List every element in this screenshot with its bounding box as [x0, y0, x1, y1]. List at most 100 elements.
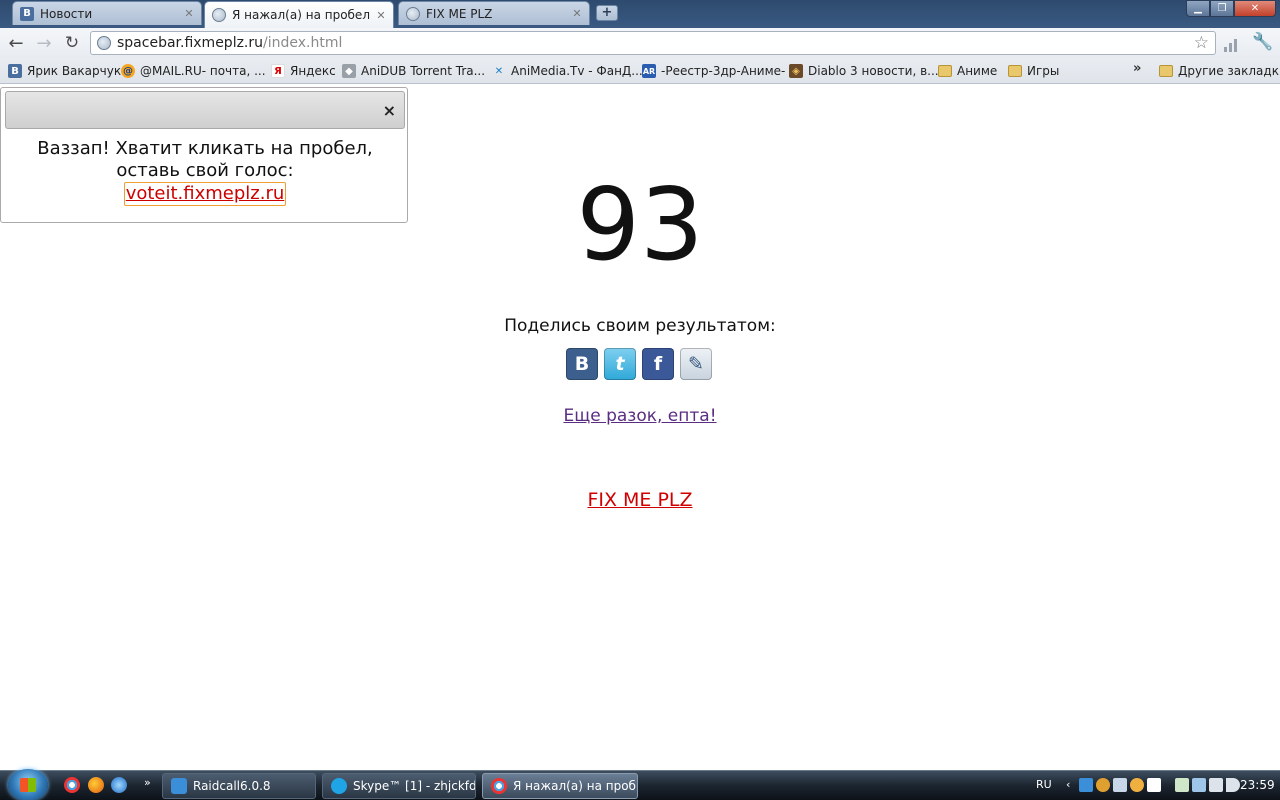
folder-icon — [1008, 64, 1022, 78]
vote-link[interactable]: voteit.fixmeplz.ru — [123, 182, 287, 206]
bookmark-folder-anime[interactable]: Аниме — [938, 62, 997, 80]
windows-taskbar: » Raidcall6.0.8 Skype™ [1] - zhjckfd... … — [0, 769, 1280, 800]
browser-toolbar: ← → ↻ spacebar.fixmeplz.ru/index.html ☆ … — [0, 28, 1280, 58]
diablo-icon: ◈ — [789, 64, 803, 78]
chrome-quicklaunch-icon[interactable] — [64, 777, 80, 793]
facebook-share-icon[interactable]: f — [642, 348, 674, 380]
address-bar[interactable]: spacebar.fixmeplz.ru/index.html ☆ — [90, 31, 1216, 55]
vk-icon: B — [19, 6, 35, 22]
raidcall-icon — [171, 778, 187, 794]
bookmark-star-icon[interactable]: ☆ — [1194, 32, 1209, 54]
bookmark-item[interactable]: B Ярик Вакарчук — [8, 62, 121, 80]
start-button[interactable] — [8, 769, 48, 800]
network-status-icon[interactable] — [1209, 778, 1223, 792]
bookmark-label: @MAIL.RU- почта, ... — [140, 64, 266, 78]
press-counter: 93 — [576, 166, 704, 283]
back-button[interactable]: ← — [3, 31, 29, 55]
bookmark-item[interactable]: ✕ AniMedia.Tv - ФанД... — [492, 62, 643, 80]
signal-icon[interactable] — [1224, 34, 1242, 52]
reload-button[interactable]: ↻ — [59, 31, 85, 55]
vote-popup: × Ваззап! Хватит кликать на пробел, оста… — [0, 87, 408, 223]
tab-close-icon[interactable]: ✕ — [569, 7, 585, 20]
vk-icon: B — [8, 64, 22, 78]
bookmark-item[interactable]: Я Яндекс — [271, 62, 336, 80]
bookmark-label: Аниме — [957, 64, 998, 78]
mailru-icon: @ — [121, 64, 135, 78]
bookmark-label: Игры — [1027, 64, 1060, 78]
tab-close-icon[interactable]: ✕ — [181, 7, 197, 20]
bookmark-label: -Реестр-3др-Аниме- — [661, 64, 786, 78]
clock[interactable]: 23:59 — [1240, 778, 1275, 792]
globe-icon — [211, 7, 227, 23]
chevron-left-icon[interactable]: ‹ — [1066, 778, 1076, 792]
popup-message: Ваззап! Хватит кликать на пробел, оставь… — [1, 138, 409, 206]
chevron-right-icon[interactable]: » — [144, 776, 151, 789]
livejournal-share-icon[interactable]: ✎ — [680, 348, 712, 380]
tab-close-icon[interactable]: ✕ — [373, 9, 389, 22]
yandex-icon: Я — [271, 64, 285, 78]
tray-app-icon[interactable] — [1130, 778, 1144, 792]
tab-label: Я нажал(а) на пробел 93 р — [232, 8, 373, 22]
folder-icon — [1159, 64, 1173, 78]
monitor-tray-icon[interactable] — [1192, 778, 1206, 792]
network-tray-icon[interactable] — [1113, 778, 1127, 792]
vk-tray-icon[interactable] — [1147, 778, 1161, 792]
bookmarks-bar: B Ярик Вакарчук @ @MAIL.RU- почта, ... Я… — [0, 58, 1280, 84]
raidcall-tray-icon[interactable] — [1079, 778, 1093, 792]
twitter-share-icon[interactable]: t — [604, 348, 636, 380]
tab-label: FIX ME PLZ — [426, 6, 493, 21]
forward-button[interactable]: → — [31, 31, 57, 55]
url-host: spacebar.fixmeplz.ru — [117, 35, 264, 51]
url-path: /index.html — [263, 35, 343, 51]
bookmark-label: Яндекс — [290, 64, 336, 78]
power-tray-icon[interactable] — [1175, 778, 1189, 792]
fixme-container: FIX ME PLZ — [440, 489, 840, 511]
bookmark-label: AniDUB Torrent Tra... — [361, 64, 486, 78]
ie-quicklaunch-icon[interactable] — [111, 777, 127, 793]
close-window-button[interactable]: ✕ — [1234, 0, 1276, 17]
ar-icon: AR — [642, 64, 656, 78]
bookmark-label: Ярик Вакарчук — [27, 64, 122, 78]
wrench-icon[interactable]: 🔧 — [1252, 32, 1273, 52]
tab-news[interactable]: B Новости ✕ — [12, 1, 202, 25]
close-icon[interactable]: × — [383, 101, 396, 120]
chevron-right-icon[interactable]: » — [1133, 61, 1141, 76]
bookmark-label: Другие закладки — [1178, 64, 1280, 78]
firefox-quicklaunch-icon[interactable] — [88, 777, 104, 793]
tab-fixmeplz[interactable]: FIX ME PLZ ✕ — [398, 1, 590, 25]
task-label: Skype™ [1] - zhjckfd... — [353, 779, 476, 793]
share-label: Поделись своим результатом: — [504, 316, 776, 336]
language-indicator[interactable]: RU — [1036, 778, 1052, 791]
share-buttons: B t f ✎ — [566, 348, 712, 380]
chrome-icon — [491, 778, 507, 794]
skype-icon — [331, 778, 347, 794]
other-bookmarks-folder[interactable]: Другие закладки — [1159, 62, 1280, 80]
fixmeplz-link[interactable]: FIX ME PLZ — [587, 489, 692, 511]
task-label: Raidcall6.0.8 — [193, 779, 271, 793]
vkontakte-share-icon[interactable]: B — [566, 348, 598, 380]
bookmark-item[interactable]: @ @MAIL.RU- почта, ... — [121, 62, 266, 80]
folder-icon — [938, 64, 952, 78]
try-again-link[interactable]: Еще разок, епта! — [563, 406, 716, 426]
popup-line-1: Ваззап! Хватит кликать на пробел, — [37, 138, 373, 159]
tray-app-icon[interactable] — [1096, 778, 1110, 792]
globe-icon — [405, 6, 421, 22]
window-controls: ▁ ❐ ✕ — [1186, 0, 1276, 17]
bookmark-item[interactable]: ◈ Diablo 3 новости, в... — [789, 62, 939, 80]
maximize-button[interactable]: ❐ — [1210, 0, 1234, 17]
bookmark-label: Diablo 3 новости, в... — [808, 64, 939, 78]
animedia-icon: ✕ — [494, 65, 504, 77]
bookmark-folder-games[interactable]: Игры — [1008, 62, 1059, 80]
bookmark-label: AniMedia.Tv - ФанД... — [511, 64, 643, 78]
taskbar-item-chrome[interactable]: Я нажал(а) на проб... — [482, 773, 638, 799]
bookmark-item[interactable]: ◆ AniDUB Torrent Tra... — [342, 62, 485, 80]
new-tab-button[interactable]: + — [596, 5, 618, 21]
taskbar-item-skype[interactable]: Skype™ [1] - zhjckfd... — [322, 773, 476, 799]
taskbar-item-raidcall[interactable]: Raidcall6.0.8 — [162, 773, 316, 799]
popup-line-2: оставь свой голос: — [116, 160, 294, 181]
bookmark-item[interactable]: AR -Реестр-3др-Аниме- — [642, 62, 785, 80]
tab-spacebar[interactable]: Я нажал(а) на пробел 93 р ✕ — [204, 1, 394, 28]
volume-icon[interactable] — [1226, 778, 1240, 792]
again-container: Еще разок, епта! — [440, 406, 840, 426]
minimize-button[interactable]: ▁ — [1186, 0, 1210, 17]
